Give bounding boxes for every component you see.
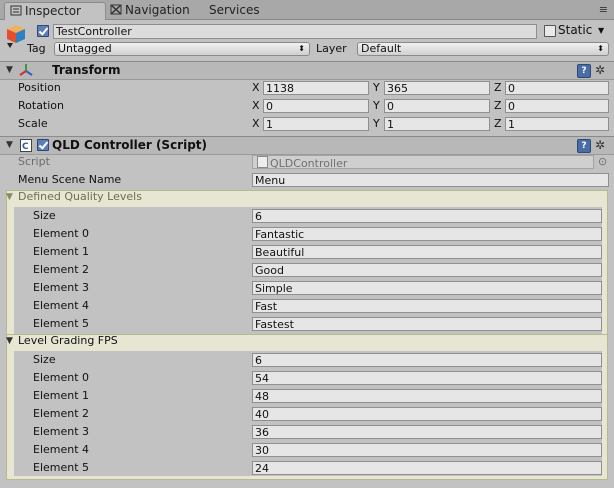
transform-title: Transform — [52, 63, 121, 77]
tab-services-label: Services — [209, 3, 260, 17]
fps-size-input[interactable]: 6 — [252, 353, 602, 367]
script-component-header[interactable]: ▼ C QLD Controller (Script) ? ✲ — [0, 136, 614, 155]
quality-size-input[interactable]: 6 — [252, 209, 602, 223]
fps-element-0-label: Element 0 — [33, 371, 90, 384]
transform-header[interactable]: ▼ Transform ? ✲ — [0, 61, 614, 80]
rotation-y-field[interactable]: 0 — [384, 99, 490, 113]
quality-element-2-label: Element 2 — [33, 263, 90, 276]
scale-x-label[interactable]: X — [252, 117, 260, 131]
quality-element-0-label: Element 0 — [33, 227, 90, 240]
position-y-label[interactable]: Y — [373, 81, 380, 95]
rotation-x-label[interactable]: X — [252, 99, 260, 113]
position-z-label[interactable]: Z — [494, 81, 502, 95]
fps-element-0-input[interactable]: 54 — [252, 371, 602, 385]
layer-label: Layer — [316, 42, 347, 55]
quality-element-2-input[interactable]: Good — [252, 263, 602, 277]
svg-text:C: C — [22, 142, 29, 152]
transform-axes-icon — [18, 63, 34, 80]
csharp-script-icon: C — [20, 139, 32, 155]
rotation-z-field[interactable]: 0 — [505, 99, 609, 113]
script-object-picker-icon[interactable]: ⊙ — [598, 155, 607, 169]
scale-z-label[interactable]: Z — [494, 117, 502, 131]
quality-levels-fold-icon[interactable]: ▼ — [6, 190, 13, 204]
quality-element-5-label: Element 5 — [33, 317, 90, 330]
static-label: Static — [558, 23, 593, 37]
fps-levels-header[interactable]: Level Grading FPS — [18, 334, 118, 348]
fps-element-5-label: Element 5 — [33, 461, 90, 474]
quality-element-0-input[interactable]: Fantastic — [252, 227, 602, 241]
gameobject-cube-icon — [5, 23, 27, 49]
scale-label: Scale — [18, 117, 48, 130]
script-reference-field: QLDController — [252, 155, 594, 169]
position-label: Position — [18, 81, 61, 94]
rotation-y-label[interactable]: Y — [373, 99, 380, 113]
fps-element-5-input[interactable]: 24 — [252, 461, 602, 475]
position-z-field[interactable]: 0 — [505, 81, 609, 95]
quality-size-label: Size — [33, 209, 56, 222]
rotation-label: Rotation — [18, 99, 65, 112]
quality-element-4-input[interactable]: Fast — [252, 299, 602, 313]
fps-element-3-label: Element 3 — [33, 425, 90, 438]
menu-scene-name-input[interactable]: Menu — [252, 173, 609, 187]
fps-size-label: Size — [33, 353, 56, 366]
script-component-title: QLD Controller (Script) — [52, 138, 208, 152]
position-x-field[interactable]: 1138 — [263, 81, 369, 95]
scale-z-field[interactable]: 1 — [505, 117, 609, 131]
quality-levels-header[interactable]: Defined Quality Levels — [18, 190, 142, 204]
transform-gear-icon[interactable]: ✲ — [595, 64, 605, 77]
position-x-label[interactable]: X — [252, 81, 260, 95]
tab-bar: Inspector Navigation Services ≡ — [0, 0, 614, 20]
quality-element-3-input[interactable]: Simple — [252, 281, 602, 295]
tab-navigation-label: Navigation — [125, 3, 190, 17]
rotation-z-label[interactable]: Z — [494, 99, 502, 113]
transform-help-icon[interactable]: ? — [577, 64, 591, 78]
script-gear-icon[interactable]: ✲ — [595, 139, 605, 152]
scale-y-label[interactable]: Y — [373, 117, 380, 131]
tab-navigation[interactable]: Navigation — [110, 2, 190, 19]
tag-dropdown[interactable]: Untagged ⬍ — [54, 42, 310, 56]
script-file-icon — [257, 156, 268, 168]
static-checkbox[interactable] — [544, 25, 556, 37]
script-enabled-checkbox[interactable] — [37, 139, 49, 151]
tab-inspector-label: Inspector — [25, 4, 81, 18]
tag-label: Tag — [27, 42, 46, 55]
gameobject-active-checkbox[interactable] — [37, 25, 49, 37]
fps-element-2-input[interactable]: 40 — [252, 407, 602, 421]
quality-element-3-label: Element 3 — [33, 281, 90, 294]
fps-element-1-label: Element 1 — [33, 389, 90, 402]
layer-value: Default — [361, 42, 402, 55]
script-reference-value: QLDController — [270, 157, 348, 169]
gameobject-name-input[interactable]: TestController — [53, 24, 537, 39]
tab-menu-icon[interactable]: ≡ — [599, 3, 608, 16]
quality-element-5-input[interactable]: Fastest — [252, 317, 602, 331]
navigation-icon — [110, 3, 122, 15]
rotation-x-field[interactable]: 0 — [263, 99, 369, 113]
tab-inspector[interactable]: Inspector — [4, 2, 106, 20]
inspector-icon — [10, 4, 22, 16]
fps-element-3-input[interactable]: 36 — [252, 425, 602, 439]
script-fold-icon[interactable]: ▼ — [6, 138, 13, 152]
fps-element-1-input[interactable]: 48 — [252, 389, 602, 403]
layer-dropdown[interactable]: Default ⬍ — [357, 42, 609, 56]
fps-element-4-label: Element 4 — [33, 443, 90, 456]
layer-dropdown-arrow-icon: ⬍ — [597, 44, 604, 53]
fps-element-4-input[interactable]: 30 — [252, 443, 602, 457]
transform-fold-icon[interactable]: ▼ — [6, 63, 13, 77]
tag-value: Untagged — [58, 42, 112, 55]
scale-y-field[interactable]: 1 — [384, 117, 490, 131]
fps-levels-fold-icon[interactable]: ▼ — [6, 334, 13, 348]
quality-element-4-label: Element 4 — [33, 299, 90, 312]
script-label: Script — [18, 155, 50, 168]
tag-dropdown-arrow-icon: ⬍ — [298, 44, 305, 53]
tab-services[interactable]: Services — [209, 2, 260, 19]
position-y-field[interactable]: 365 — [384, 81, 490, 95]
scale-x-field[interactable]: 1 — [263, 117, 369, 131]
quality-element-1-label: Element 1 — [33, 245, 90, 258]
quality-element-1-input[interactable]: Beautiful — [252, 245, 602, 259]
menu-scene-name-label: Menu Scene Name — [18, 173, 122, 186]
fps-element-2-label: Element 2 — [33, 407, 90, 420]
static-dropdown-arrow-icon[interactable]: ▼ — [598, 24, 604, 38]
script-help-icon[interactable]: ? — [577, 139, 591, 153]
